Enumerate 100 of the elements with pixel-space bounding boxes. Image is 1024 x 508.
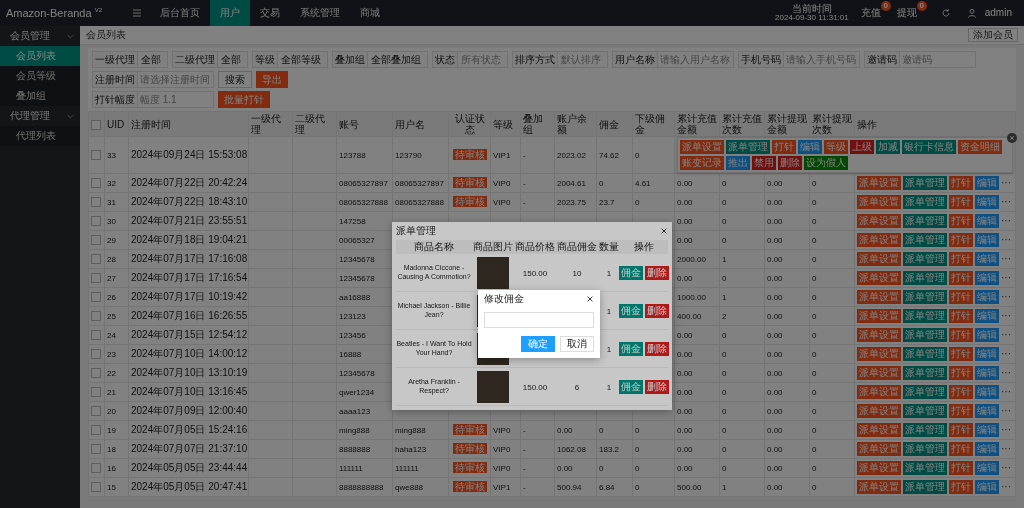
- more-button[interactable]: ···: [1001, 386, 1011, 398]
- action-button[interactable]: 派单设置: [857, 233, 901, 247]
- action-button[interactable]: 派单管理: [903, 252, 947, 266]
- action-button[interactable]: 打针: [949, 347, 973, 361]
- action-button[interactable]: 打针: [949, 271, 973, 285]
- action-button[interactable]: 派单管理: [903, 176, 947, 190]
- action-button[interactable]: 派单管理: [903, 309, 947, 323]
- action-button[interactable]: 派单管理: [903, 271, 947, 285]
- action-button[interactable]: 派单设置: [857, 290, 901, 304]
- action-button[interactable]: 打针: [949, 480, 973, 494]
- action-button[interactable]: 等级: [824, 140, 848, 154]
- action-button[interactable]: 派单管理: [903, 480, 947, 494]
- action-button[interactable]: 派单管理: [903, 442, 947, 456]
- dropdown[interactable]: 全部叠加组: [368, 51, 428, 68]
- checkbox[interactable]: [91, 368, 101, 379]
- sidebar-item[interactable]: 会员列表: [0, 46, 80, 66]
- action-button[interactable]: 派单设置: [857, 252, 901, 266]
- more-button[interactable]: ···: [1001, 424, 1011, 436]
- checkbox[interactable]: [91, 119, 101, 130]
- action-button[interactable]: 打针: [949, 290, 973, 304]
- checkbox[interactable]: [91, 444, 101, 455]
- action-button[interactable]: 编辑: [975, 252, 999, 266]
- more-button[interactable]: ···: [1001, 234, 1011, 246]
- action-button[interactable]: 编辑: [975, 195, 999, 209]
- sidebar-group[interactable]: 会员管理: [10, 30, 50, 42]
- action-button[interactable]: 派单管理: [903, 233, 947, 247]
- action-button[interactable]: 上级: [850, 140, 874, 154]
- action-button[interactable]: 打针: [949, 195, 973, 209]
- action-button[interactable]: 佣金: [619, 265, 643, 280]
- more-button[interactable]: ···: [1001, 310, 1011, 322]
- action-button[interactable]: 派单管理: [726, 140, 770, 154]
- nav-tab[interactable]: 交易: [250, 0, 290, 26]
- checkbox[interactable]: [91, 197, 101, 208]
- cancel-button[interactable]: 取消: [560, 336, 594, 352]
- action-button[interactable]: 派单设置: [857, 328, 901, 342]
- more-button[interactable]: ···: [1001, 329, 1011, 341]
- nav-tab[interactable]: 用户: [210, 0, 250, 26]
- action-button[interactable]: 编辑: [975, 480, 999, 494]
- action-button[interactable]: 派单设置: [857, 423, 901, 437]
- action-button[interactable]: 派单管理: [903, 328, 947, 342]
- action-button[interactable]: 派单设置: [857, 385, 901, 399]
- action-button[interactable]: 编辑: [975, 271, 999, 285]
- page-tab[interactable]: 会员列表: [86, 29, 126, 41]
- action-button[interactable]: 打针: [949, 328, 973, 342]
- checkbox[interactable]: [91, 254, 101, 265]
- action-button[interactable]: 派单管理: [903, 423, 947, 437]
- nav-tab[interactable]: 系统管理: [290, 0, 350, 26]
- action-button[interactable]: 删除: [645, 265, 669, 280]
- user-menu[interactable]: admin: [984, 7, 1012, 19]
- checkbox[interactable]: [91, 463, 101, 474]
- checkbox[interactable]: [91, 273, 101, 284]
- action-button[interactable]: 佣金: [619, 341, 643, 356]
- action-button[interactable]: 资金明细: [958, 140, 1002, 154]
- action-button[interactable]: 删除: [645, 303, 669, 318]
- action-button[interactable]: 打针: [949, 423, 973, 437]
- action-button[interactable]: 删除: [778, 156, 802, 170]
- action-button[interactable]: 编辑: [975, 347, 999, 361]
- action-button[interactable]: 打针: [949, 233, 973, 247]
- action-button[interactable]: 打针: [949, 176, 973, 190]
- action-button[interactable]: 派单设置: [857, 176, 901, 190]
- checkbox[interactable]: [91, 216, 101, 227]
- action-button[interactable]: 删除: [645, 341, 669, 356]
- action-button[interactable]: 编辑: [975, 461, 999, 475]
- sidebar-group[interactable]: 代理管理: [10, 110, 50, 122]
- dropdown[interactable]: 全部: [218, 51, 248, 68]
- action-button[interactable]: 派单管理: [903, 214, 947, 228]
- checkbox[interactable]: [91, 425, 101, 436]
- action-button[interactable]: 账变记录: [680, 156, 724, 170]
- input-field[interactable]: [484, 312, 594, 328]
- more-button[interactable]: ···: [1001, 291, 1011, 303]
- action-button[interactable]: 打针: [949, 461, 973, 475]
- more-button[interactable]: ···: [1001, 348, 1011, 360]
- action-button[interactable]: 打针: [949, 309, 973, 323]
- action-button[interactable]: 编辑: [975, 366, 999, 380]
- sidebar-item[interactable]: 叠加组: [0, 86, 80, 106]
- more-button[interactable]: ···: [1001, 196, 1011, 208]
- more-button[interactable]: ···: [1001, 405, 1011, 417]
- action-button[interactable]: 派单设置: [857, 271, 901, 285]
- action-button[interactable]: 派单管理: [903, 290, 947, 304]
- nav-tab[interactable]: 商城: [350, 0, 390, 26]
- more-button[interactable]: ···: [1001, 462, 1011, 474]
- more-button[interactable]: ···: [1001, 443, 1011, 455]
- action-button[interactable]: 派单设置: [857, 480, 901, 494]
- action-button[interactable]: 编辑: [975, 214, 999, 228]
- checkbox[interactable]: [91, 330, 101, 341]
- action-button[interactable]: 派单设置: [680, 140, 724, 154]
- search-button[interactable]: 搜索: [218, 71, 252, 88]
- action-button[interactable]: 打针: [949, 214, 973, 228]
- export-button[interactable]: 导出: [256, 71, 288, 88]
- more-button[interactable]: ···: [1001, 253, 1011, 265]
- dropdown[interactable]: 全部等级: [278, 51, 328, 68]
- checkbox[interactable]: [91, 292, 101, 303]
- action-button[interactable]: 编辑: [975, 404, 999, 418]
- menu-icon[interactable]: [132, 8, 142, 18]
- action-button[interactable]: 编辑: [975, 233, 999, 247]
- more-button[interactable]: ···: [1001, 215, 1011, 227]
- action-button[interactable]: 佣金: [619, 379, 643, 394]
- close-icon[interactable]: [660, 227, 668, 235]
- action-button[interactable]: 编辑: [975, 385, 999, 399]
- action-button[interactable]: 编辑: [975, 442, 999, 456]
